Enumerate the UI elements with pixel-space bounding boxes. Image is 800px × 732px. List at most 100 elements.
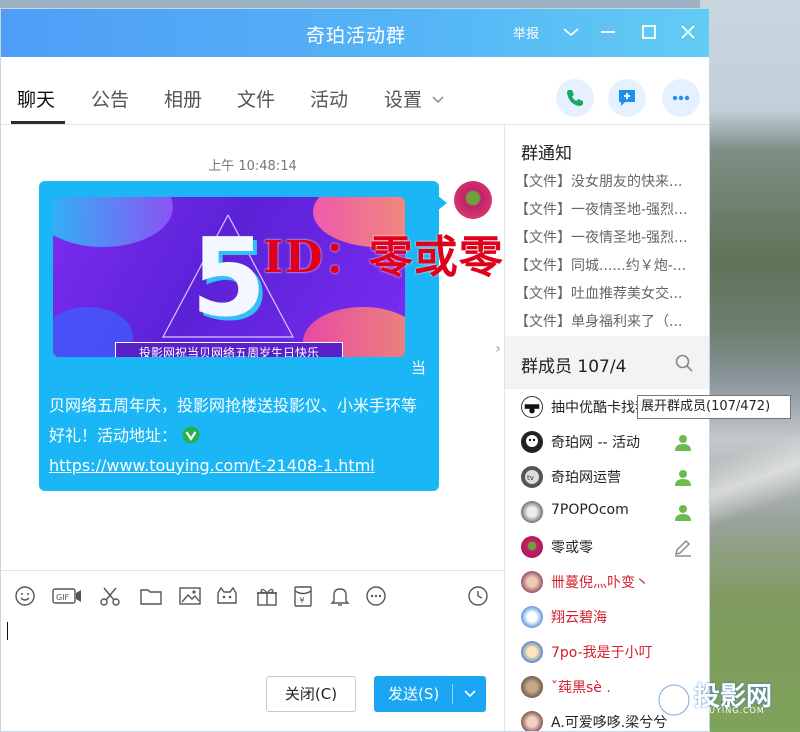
member-avatar xyxy=(521,501,543,523)
notice-item[interactable]: 【文件】单身福利来了（... xyxy=(515,311,705,331)
collapse-panel-chevron-icon[interactable]: › xyxy=(491,331,505,367)
tab-announcements[interactable]: 公告 xyxy=(91,85,129,112)
member-name: 抽中优酷卡找我 xyxy=(551,400,649,416)
settings-chevron-icon[interactable] xyxy=(431,95,445,105)
maximize-icon[interactable] xyxy=(638,21,660,43)
close-icon[interactable] xyxy=(677,21,699,43)
member-name: 奇珀网 -- 活动 xyxy=(551,435,641,451)
send-button-label: 发送(S) xyxy=(388,685,440,703)
member-name: 翔云碧海 xyxy=(551,610,607,626)
members-title: 群成员 107/4 xyxy=(521,357,627,377)
send-button-divider xyxy=(452,684,453,704)
svg-text:GIF: GIF xyxy=(56,593,70,602)
scissors-icon[interactable] xyxy=(98,585,122,607)
game-icon[interactable] xyxy=(215,585,239,607)
bubble-text-fragment: 当 xyxy=(411,359,427,377)
member-avatar xyxy=(521,606,543,628)
member-name: 7po-我是于小叮 xyxy=(551,645,653,661)
side-panel: › 群通知 【文件】没女朋友的快来... 【文件】一夜情圣地-强烈... 【文件… xyxy=(495,125,709,731)
activity-link[interactable]: https://www.touying.com/t-21408-1.html xyxy=(49,456,375,475)
more-options-button[interactable] xyxy=(662,79,700,117)
group-chat-window: 奇珀活动群 举报 聊天 公告 相册 文件 活动 设置 上午 10:48:14 5… xyxy=(0,8,710,732)
title-bar[interactable]: 奇珀活动群 举报 xyxy=(1,9,709,57)
svg-text:¥: ¥ xyxy=(300,596,305,605)
chevron-down-icon[interactable] xyxy=(560,21,582,43)
close-button[interactable]: 关闭(C) xyxy=(266,676,356,712)
bell-icon[interactable] xyxy=(328,585,352,607)
brand-subtitle: TOUYING.COM xyxy=(696,706,765,715)
sender-avatar[interactable] xyxy=(454,181,492,219)
notice-title: 群通知 xyxy=(521,144,572,164)
member-name: 奇珀网运营 xyxy=(551,470,621,486)
notice-item[interactable]: 【文件】一夜情圣地-强烈... xyxy=(515,199,705,219)
tab-album[interactable]: 相册 xyxy=(164,85,202,112)
member-name: A.可爱哆哆.梁兮兮 xyxy=(551,715,668,731)
minimize-icon[interactable] xyxy=(597,21,619,43)
active-tab-indicator xyxy=(11,121,65,124)
admin-badge-icon xyxy=(675,505,691,521)
member-avatar: tv xyxy=(521,466,543,488)
notice-item[interactable]: 【文件】同城......约￥炮-... xyxy=(515,255,705,275)
banner-number-five: 5 xyxy=(191,216,267,341)
gift-icon[interactable] xyxy=(255,585,279,607)
more-icon[interactable] xyxy=(364,585,388,607)
notice-item[interactable]: 【文件】没女朋友的快来... xyxy=(515,171,705,191)
member-row[interactable]: 翔云碧海 xyxy=(505,601,709,636)
tab-settings[interactable]: 设置 xyxy=(384,85,422,112)
image-icon[interactable] xyxy=(178,585,202,607)
id-watermark: ID：零或零 xyxy=(263,232,504,283)
member-name: ˇ莼黒sè . xyxy=(551,680,611,696)
member-row[interactable]: 零或零 xyxy=(505,531,709,566)
message-text: 贝网络五周年庆，投影网抢楼送投影仪、小米手环等好礼！活动地址： https://… xyxy=(49,391,429,481)
admin-badge-icon xyxy=(675,435,691,451)
members-header[interactable]: 群成员 107/4 xyxy=(505,336,709,389)
send-options-chevron-icon[interactable] xyxy=(460,676,480,712)
admin-badge-icon xyxy=(675,470,691,486)
member-row[interactable]: 奇珀网 -- 活动 xyxy=(505,426,709,461)
member-avatar xyxy=(521,396,543,418)
folder-icon[interactable] xyxy=(139,585,163,607)
search-icon[interactable] xyxy=(675,354,693,372)
message-body: 贝网络五周年庆，投影网抢楼送投影仪、小米手环等好礼！活动地址： xyxy=(49,396,418,445)
tab-bar: 聊天 公告 相册 文件 活动 设置 xyxy=(1,57,709,125)
emoji-icon[interactable] xyxy=(13,585,37,607)
call-button[interactable] xyxy=(556,79,594,117)
member-avatar xyxy=(521,676,543,698)
banner-caption: 投影网祝当贝网络五周岁生日快乐 xyxy=(115,342,343,357)
text-caret xyxy=(7,622,8,640)
message-button[interactable] xyxy=(608,79,646,117)
red-envelope-icon[interactable]: ¥ xyxy=(291,585,315,607)
member-avatar xyxy=(521,711,543,731)
send-button[interactable]: 发送(S) xyxy=(374,676,486,712)
message-timestamp: 上午 10:48:14 xyxy=(208,159,297,174)
member-avatar xyxy=(521,431,543,453)
edit-pencil-icon[interactable] xyxy=(673,537,693,557)
message-input[interactable]: 关闭(C) 发送(S) xyxy=(1,620,504,731)
member-row[interactable]: 7po-我是于小叮 xyxy=(505,636,709,671)
member-avatar xyxy=(521,536,543,558)
svg-text:tv: tv xyxy=(527,474,534,482)
member-avatar xyxy=(521,571,543,593)
composer-toolbar: GIF ¥ xyxy=(1,570,504,620)
member-avatar xyxy=(521,641,543,663)
tab-files[interactable]: 文件 xyxy=(237,85,275,112)
history-icon[interactable] xyxy=(466,585,490,607)
more-dots-icon xyxy=(672,95,690,101)
chat-history[interactable]: 上午 10:48:14 5 投影网祝当贝网络五周岁生日快乐 当 贝网络五周年庆，… xyxy=(1,125,504,570)
member-name: 7POPOcom xyxy=(551,502,629,518)
report-button[interactable]: 举报 xyxy=(513,23,539,42)
member-row[interactable]: 7POPOcom xyxy=(505,496,709,531)
member-row[interactable]: 卌蔓倪灬卟变丶 xyxy=(505,566,709,601)
tab-chat[interactable]: 聊天 xyxy=(17,85,55,112)
notice-item[interactable]: 【文件】一夜情圣地-强烈... xyxy=(515,227,705,247)
desktop-background xyxy=(700,0,800,732)
chat-plus-icon xyxy=(619,90,635,106)
member-row[interactable]: tv 奇珀网运营 xyxy=(505,461,709,496)
verified-v-icon xyxy=(182,426,200,444)
gif-icon[interactable]: GIF xyxy=(51,585,83,607)
member-name: 卌蔓倪灬卟变丶 xyxy=(551,575,649,591)
phone-icon xyxy=(567,90,583,106)
member-name: 零或零 xyxy=(551,540,593,556)
notice-item[interactable]: 【文件】吐血推荐美女交... xyxy=(515,283,705,303)
tab-activities[interactable]: 活动 xyxy=(310,85,348,112)
